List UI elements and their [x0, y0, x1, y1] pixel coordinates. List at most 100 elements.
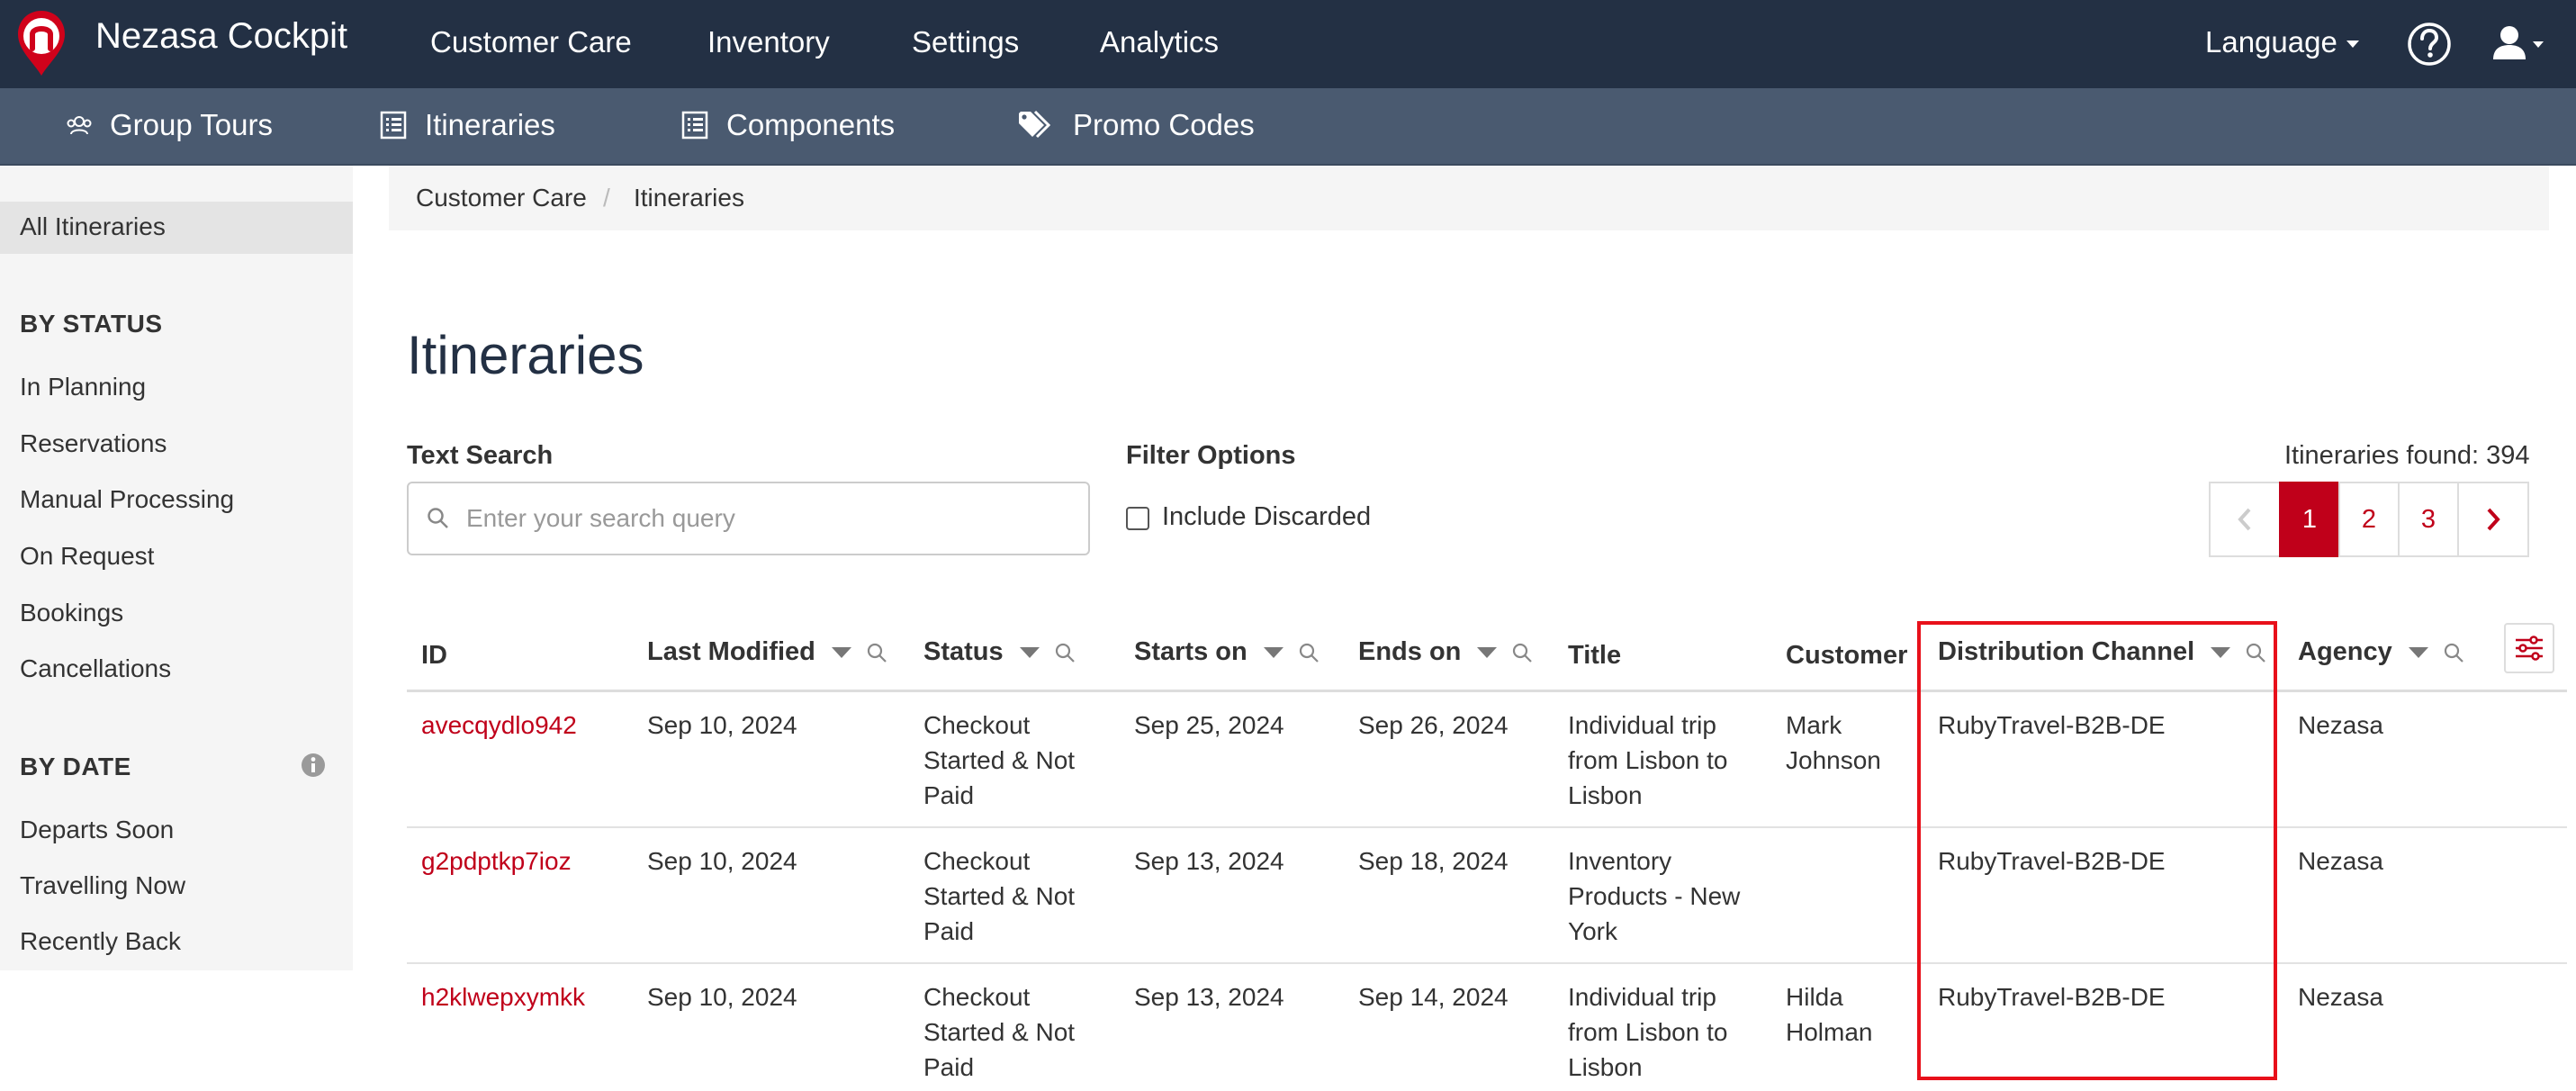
pagination-page-3[interactable]: 3	[2398, 482, 2459, 557]
list-icon	[681, 111, 708, 140]
info-icon[interactable]	[301, 753, 326, 778]
subnav-components-label: Components	[726, 108, 896, 141]
starts-on-cell: Sep 13, 2024	[1134, 983, 1284, 1011]
column-header-starts-on[interactable]: Starts on	[1134, 637, 1320, 667]
column-header-status[interactable]: Status	[923, 637, 1076, 667]
status-cell: Checkout Started & Not Paid	[923, 983, 1076, 1081]
brand-title[interactable]: Nezasa Cockpit	[95, 16, 347, 57]
sort-caret-icon[interactable]	[2408, 646, 2428, 658]
starts-on-cell: Sep 25, 2024	[1134, 711, 1284, 739]
nav-analytics[interactable]: Analytics	[1100, 25, 1219, 59]
title-cell: Individual trip from Lisbon to Lisbon	[1568, 711, 1728, 809]
chevron-right-icon	[2487, 508, 2500, 531]
subnav-promo-codes-label: Promo Codes	[1073, 108, 1255, 141]
sidebar-item-on-request[interactable]: On Request	[20, 542, 154, 571]
sidebar-item-reservations[interactable]: Reservations	[20, 429, 167, 458]
search-icon[interactable]	[866, 642, 887, 663]
agency-cell: Nezasa	[2298, 983, 2383, 1011]
nav-customer-care[interactable]: Customer Care	[430, 25, 632, 59]
page-title: Itineraries	[407, 325, 644, 385]
include-discarded-label[interactable]: Include Discarded	[1162, 502, 1371, 532]
language-label: Language	[2205, 25, 2337, 59]
subnav-itineraries[interactable]: Itineraries	[380, 108, 555, 142]
nav-settings[interactable]: Settings	[912, 25, 1019, 59]
search-box[interactable]	[407, 482, 1090, 555]
breadcrumb-itineraries: Itineraries	[634, 184, 744, 212]
column-header-ends-on[interactable]: Ends on	[1358, 637, 1533, 667]
column-settings-button[interactable]	[2504, 623, 2554, 673]
subnav-group-tours[interactable]: Group Tours	[67, 108, 273, 142]
sidebar-item-all-itineraries-label[interactable]: All Itineraries	[20, 212, 166, 241]
ends-on-cell: Sep 18, 2024	[1358, 847, 1509, 875]
column-header-customer: Customer	[1786, 641, 1908, 670]
column-header-title: Title	[1568, 641, 1622, 670]
filter-options-label: Filter Options	[1126, 441, 1296, 470]
language-dropdown[interactable]: Language	[2205, 25, 2359, 59]
subnav-group-tours-label: Group Tours	[110, 108, 273, 141]
nezasa-logo-icon[interactable]	[14, 9, 68, 77]
pagination-page-1[interactable]: 1	[2279, 482, 2340, 557]
sidebar-item-in-planning[interactable]: In Planning	[20, 373, 146, 401]
search-icon[interactable]	[1511, 642, 1533, 663]
user-menu-icon[interactable]	[2491, 23, 2545, 65]
pagination-prev-button[interactable]	[2209, 482, 2281, 557]
text-search-label: Text Search	[407, 441, 554, 470]
list-icon	[380, 111, 407, 140]
sort-caret-icon[interactable]	[1477, 646, 1498, 658]
itinerary-id-link[interactable]: h2klwepxymkk	[421, 979, 585, 1014]
itinerary-id-link[interactable]: avecqydlo942	[421, 708, 577, 743]
agency-cell: Nezasa	[2298, 711, 2383, 739]
sidebar-item-travelling-now[interactable]: Travelling Now	[20, 871, 185, 900]
breadcrumb-separator: /	[603, 184, 610, 212]
sidebar-item-bookings[interactable]: Bookings	[20, 599, 123, 627]
include-discarded-checkbox[interactable]	[1126, 507, 1149, 530]
results-count: Itineraries found: 394	[2284, 441, 2530, 470]
search-input[interactable]	[466, 496, 1069, 541]
search-icon[interactable]	[1298, 642, 1320, 663]
itinerary-id-link[interactable]: g2pdptkp7ioz	[421, 843, 572, 879]
sidebar-item-recently-back[interactable]: Recently Back	[20, 927, 181, 956]
agency-cell: Nezasa	[2298, 847, 2383, 875]
title-cell: Inventory Products - New York	[1568, 847, 1741, 945]
sidebar-item-manual-processing[interactable]: Manual Processing	[20, 485, 234, 514]
group-icon	[67, 116, 92, 135]
pagination-page-2[interactable]: 2	[2338, 482, 2400, 557]
subnav-promo-codes[interactable]: Promo Codes	[1017, 108, 1255, 142]
pagination-next-button[interactable]	[2457, 482, 2529, 557]
sort-caret-icon[interactable]	[831, 646, 851, 658]
sidebar-heading-by-date: BY DATE	[20, 753, 131, 780]
last-modified-cell: Sep 10, 2024	[647, 711, 797, 739]
sidebar-item-departs-soon[interactable]: Departs Soon	[20, 816, 174, 844]
sidebar-heading-by-status: BY STATUS	[20, 310, 163, 338]
top-navbar: Nezasa Cockpit Customer Care Inventory S…	[0, 0, 2576, 88]
search-icon[interactable]	[1054, 642, 1076, 663]
sort-caret-icon[interactable]	[1263, 646, 1283, 658]
status-cell: Checkout Started & Not Paid	[923, 847, 1076, 945]
customer-cell: Mark Johnson	[1786, 711, 1881, 774]
sidebar: All Itineraries BY STATUS In Planning Re…	[0, 166, 353, 970]
secondary-navbar: Group Tours Itineraries Components Promo…	[0, 88, 2576, 166]
ends-on-cell: Sep 14, 2024	[1358, 983, 1509, 1011]
status-cell: Checkout Started & Not Paid	[923, 711, 1076, 809]
column-header-agency[interactable]: Agency	[2298, 637, 2464, 667]
distribution-channel-highlight	[1917, 621, 2277, 1080]
ends-on-cell: Sep 26, 2024	[1358, 711, 1509, 739]
sidebar-item-cancellations[interactable]: Cancellations	[20, 654, 171, 683]
search-icon[interactable]	[2443, 642, 2464, 663]
chevron-left-icon	[2238, 508, 2251, 531]
title-cell: Individual trip from Lisbon to Lisbon	[1568, 983, 1728, 1081]
breadcrumb: Customer Care / Itineraries	[389, 166, 2549, 230]
help-icon[interactable]	[2407, 22, 2452, 67]
subnav-itineraries-label: Itineraries	[425, 108, 555, 141]
search-icon	[428, 508, 448, 528]
last-modified-cell: Sep 10, 2024	[647, 983, 797, 1011]
column-header-last-modified[interactable]: Last Modified	[647, 637, 887, 667]
breadcrumb-customer-care[interactable]: Customer Care	[416, 184, 587, 212]
sort-caret-icon[interactable]	[1019, 646, 1040, 658]
last-modified-cell: Sep 10, 2024	[647, 847, 797, 875]
subnav-components[interactable]: Components	[681, 108, 895, 142]
tags-icon	[1019, 110, 1051, 139]
nav-inventory[interactable]: Inventory	[707, 25, 830, 59]
column-header-id: ID	[421, 641, 447, 670]
sliders-icon	[2516, 636, 2543, 661]
